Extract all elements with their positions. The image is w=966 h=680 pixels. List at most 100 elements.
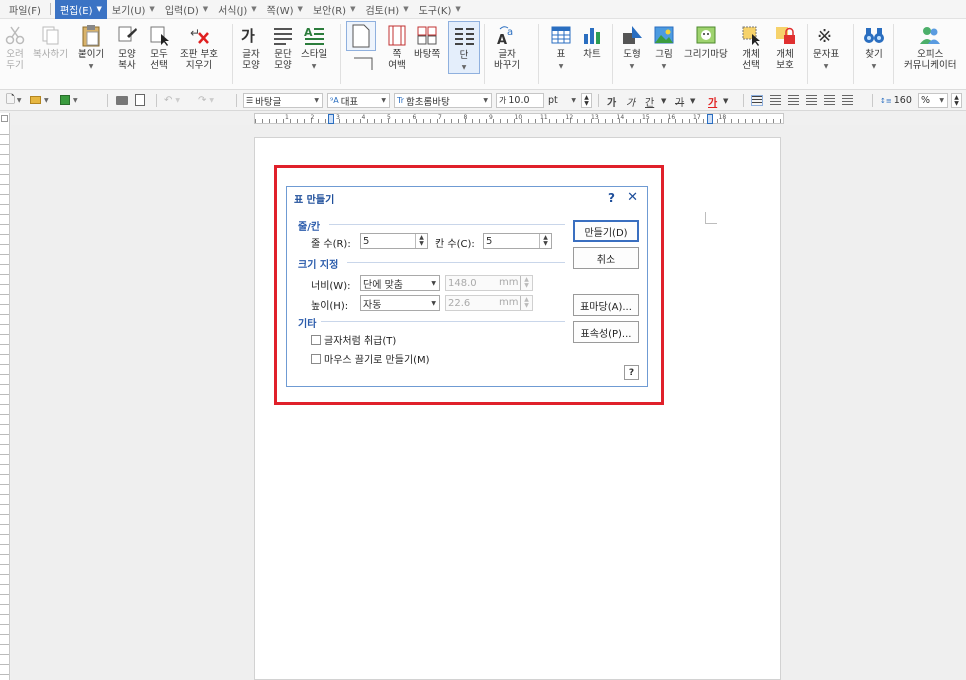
font-size-input[interactable]: 가 10.0 — [496, 93, 544, 108]
menu-insert[interactable]: 입력(D) ▼ — [160, 0, 213, 19]
rows-input[interactable]: 5 ▲ ▼ — [360, 233, 428, 249]
align-divide-button[interactable] — [842, 92, 853, 108]
line-spacing-unit-select[interactable]: % ▼ — [918, 93, 948, 108]
height-mode-select[interactable]: 자동 ▼ — [360, 295, 440, 311]
cols-input[interactable]: 5 ▲ ▼ — [483, 233, 552, 249]
menu-tools[interactable]: 도구(K) ▼ — [414, 0, 466, 19]
ribbon-separator — [484, 24, 485, 84]
underline-button[interactable]: 간 — [645, 94, 654, 109]
font-color-button[interactable]: 가 — [708, 94, 717, 109]
column-label: 단 ▼ — [459, 50, 469, 71]
object-select-button[interactable]: 개체 선택 — [738, 21, 764, 71]
bold-button[interactable]: 가 — [607, 94, 616, 109]
menu-file[interactable]: 파일(F) — [4, 0, 46, 19]
mouse-drag-checkbox[interactable]: 마우스 끌기로 만들기(M) — [311, 351, 430, 366]
spinner-icon[interactable]: ▲ ▼ — [539, 234, 551, 248]
style-select[interactable]: ☰ 바탕글 ▼ — [243, 93, 323, 108]
table-madang-button[interactable]: 표마당(A)... — [573, 294, 639, 316]
char-shape-button[interactable]: 가 글자 모양 — [238, 21, 264, 71]
cancel-button[interactable]: 취소 — [573, 247, 639, 269]
clear-marks-button[interactable]: ↵ 조판 부호 지우기 — [180, 21, 218, 71]
svg-text:A: A — [497, 33, 507, 46]
find-button[interactable]: 찾기 ▼ — [861, 21, 887, 72]
ruler-number: 14 — [616, 114, 625, 121]
language-select[interactable]: ⁹A 대표 ▼ — [327, 93, 390, 108]
ribbon-separator — [612, 24, 613, 84]
background-page-button[interactable]: 바탕쪽 — [414, 21, 440, 60]
line-spacing-spinner[interactable]: ▲ ▼ — [951, 93, 962, 108]
print-button[interactable] — [116, 92, 128, 108]
underline-dropdown[interactable]: ▼ — [661, 97, 666, 105]
menu-page[interactable]: 쪽(W) ▼ — [262, 0, 308, 19]
menu-security[interactable]: 보안(R) ▼ — [308, 0, 361, 19]
page-margin-small[interactable] — [350, 55, 376, 73]
ruler-indent-marker[interactable] — [328, 114, 334, 124]
create-button[interactable]: 만들기(D) — [573, 220, 639, 242]
section-rowcol: 줄/칸 — [298, 222, 321, 233]
help-button[interactable]: ? — [624, 365, 639, 380]
font-color-dropdown[interactable]: ▼ — [723, 97, 728, 105]
section-divider — [347, 262, 565, 263]
width-value-input[interactable]: 148.0 ▲ ▼ — [445, 275, 533, 291]
close-icon[interactable]: ✕ — [627, 190, 638, 205]
spinner-icon[interactable]: ▲ ▼ — [520, 296, 532, 310]
italic-button[interactable]: 가 — [626, 94, 635, 109]
menu-review[interactable]: 검토(H) ▼ — [360, 0, 413, 19]
cut-button[interactable]: 오려 두기 — [2, 21, 28, 71]
redo-button[interactable]: ↷ ▼ — [198, 92, 214, 108]
object-protect-button[interactable]: 개체 보호 — [772, 21, 798, 71]
chart-button[interactable]: 차트 — [579, 21, 605, 60]
column-button[interactable]: 단 ▼ — [448, 21, 480, 74]
brush-icon — [114, 21, 140, 49]
align-right-button[interactable] — [806, 92, 817, 108]
spinner-icon[interactable]: ▲ ▼ — [520, 276, 532, 290]
width-label: 너비(W): — [311, 281, 351, 292]
strike-dropdown[interactable]: ▼ — [690, 97, 695, 105]
style-button[interactable]: A 스타일 ▼ — [301, 21, 327, 72]
font-size-spinner[interactable]: ▲ ▼ — [581, 93, 592, 108]
picture-button[interactable]: 그림 ▼ — [651, 21, 677, 72]
object-protect-label: 개체 보호 — [776, 49, 794, 71]
align-distribute-button[interactable] — [824, 92, 835, 108]
page-margin-menu[interactable]: 쪽 여백 — [384, 21, 410, 71]
menu-view[interactable]: 보기(U) ▼ — [107, 0, 160, 19]
width-mode-select[interactable]: 단에 맞춤 ▼ — [360, 275, 440, 291]
menu-format[interactable]: 서식(J) ▼ — [213, 0, 262, 19]
select-all-button[interactable]: 모두 선택 — [146, 21, 172, 71]
menu-edit[interactable]: 편집(E) ▼ — [54, 0, 107, 19]
width-value: 148.0 — [448, 277, 477, 289]
align-left-button[interactable] — [770, 92, 781, 108]
height-value-input[interactable]: 22.6 ▲ ▼ — [445, 295, 533, 311]
save-button[interactable]: ▼ — [60, 92, 78, 108]
table-button[interactable]: 표 ▼ — [548, 21, 574, 72]
spinner-icon[interactable]: ▲ ▼ — [415, 234, 427, 248]
open-button[interactable]: ▼ — [30, 92, 49, 108]
title-help-icon[interactable]: ? — [608, 191, 615, 205]
symbol-button[interactable]: ※ 문자표 ▼ — [813, 21, 839, 72]
shape-icon — [619, 21, 645, 49]
ruler-right-marker[interactable] — [707, 114, 713, 124]
paste-button[interactable]: 붙이기 ▼ — [78, 21, 104, 72]
font-unit-select[interactable]: pt ▼ — [546, 93, 579, 108]
align-justify-button[interactable] — [751, 92, 763, 108]
chevron-down-icon: ▼ — [431, 279, 436, 287]
shape-button[interactable]: 도형 ▼ — [619, 21, 645, 72]
undo-button[interactable]: ↶ ▼ — [164, 92, 180, 108]
font-select[interactable]: Tr 함초롬바탕 ▼ — [394, 93, 492, 108]
page-margin-button[interactable] — [346, 21, 376, 51]
treat-as-char-checkbox[interactable]: 글자처럼 취급(T) — [311, 332, 396, 347]
font-size-icon: 가 — [499, 96, 507, 105]
line-spacing-field[interactable]: ↕≡ 160 — [878, 93, 917, 108]
align-center-button[interactable] — [788, 92, 799, 108]
para-shape-button[interactable]: 문단 모양 — [270, 21, 296, 71]
table-properties-button[interactable]: 표속성(P)... — [573, 321, 639, 343]
office-communicator-button[interactable]: 오피스 커뮤니케이터 — [904, 21, 956, 71]
drawing-madang-button[interactable]: 그리기마당 — [684, 21, 728, 60]
preview-button[interactable] — [135, 92, 145, 108]
copy-button[interactable]: 복사하기 — [33, 21, 68, 60]
new-doc-button[interactable]: 🗋 ▼ — [6, 92, 21, 108]
height-label: 높이(H): — [311, 301, 349, 312]
change-case-button[interactable]: Aa 글자 바꾸기 — [494, 21, 520, 71]
format-copy-button[interactable]: 모양 복사 — [114, 21, 140, 71]
strike-button[interactable]: 가 — [675, 94, 684, 109]
